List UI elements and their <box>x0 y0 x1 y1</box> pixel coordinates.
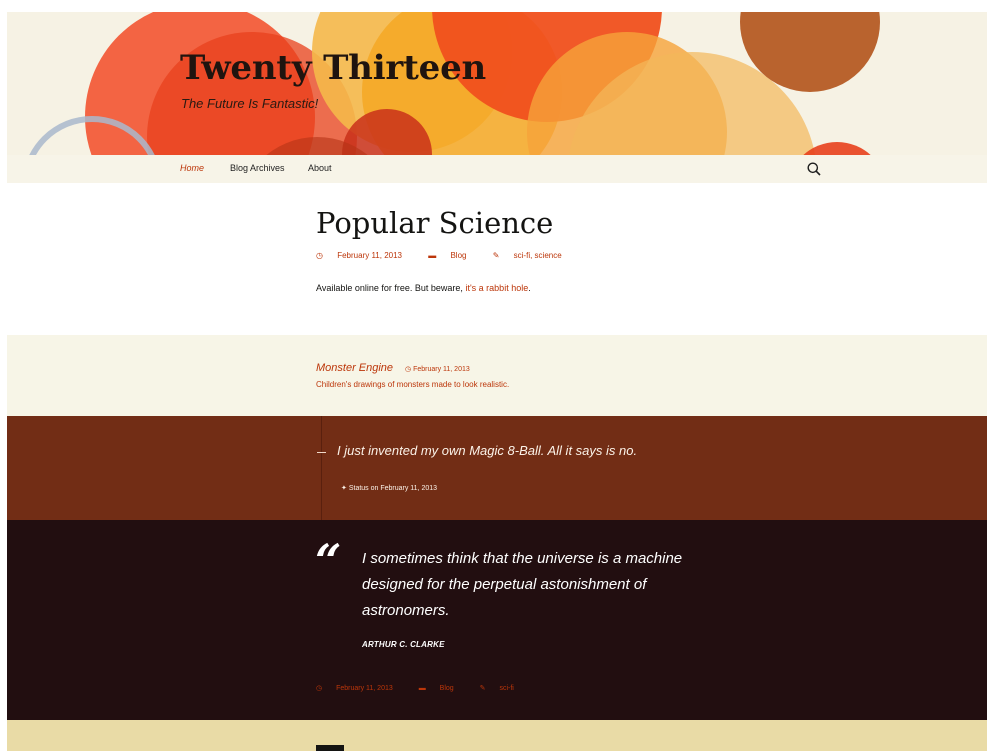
tag-icon: ✎ <box>492 251 500 260</box>
post-date[interactable]: ◷ February 11, 2013 <box>316 251 414 260</box>
nav-item-about[interactable]: About <box>308 163 332 173</box>
search-icon[interactable] <box>807 162 821 176</box>
folder-icon: ▬ <box>418 685 426 692</box>
status-meta[interactable]: ✦ Status on February 11, 2013 <box>341 484 437 492</box>
next-post-title-cropped <box>316 745 344 751</box>
post-tags[interactable]: ✎ sci-fi, science <box>493 251 574 260</box>
nav-item-blog-archives[interactable]: Blog Archives <box>230 163 285 173</box>
post-status: I just invented my own Magic 8-Ball. All… <box>7 416 987 520</box>
link-post-title[interactable]: Monster Engine <box>316 362 393 374</box>
tag-icon: ✎ <box>479 685 486 692</box>
post-link: Monster Engine ◷ February 11, 2013 Child… <box>7 335 987 416</box>
quote-category[interactable]: ▬ Blog <box>419 685 466 692</box>
folder-icon: ▬ <box>428 251 437 260</box>
pin-icon: ✦ <box>341 485 347 492</box>
post-quote: “ I sometimes think that the universe is… <box>7 520 987 720</box>
main-navigation: Home Blog Archives About <box>7 155 987 183</box>
rabbit-hole-link[interactable]: it's a rabbit hole <box>465 283 528 293</box>
site-header: Twenty Thirteen The Future Is Fantastic! <box>7 12 987 155</box>
quote-date[interactable]: ◷ February 11, 2013 <box>316 685 405 692</box>
post-category[interactable]: ▬ Blog <box>428 251 478 260</box>
quote-mark-icon: “ <box>315 534 342 588</box>
site-title[interactable]: Twenty Thirteen <box>180 48 486 88</box>
quote-author: ARTHUR C. CLARKE <box>362 640 445 649</box>
status-divider <box>321 416 322 520</box>
nav-item-home[interactable]: Home <box>180 163 204 173</box>
clock-icon: ◷ <box>405 366 412 373</box>
post-title[interactable]: Popular Science <box>316 206 553 240</box>
quote-text: I sometimes think that the universe is a… <box>362 550 683 619</box>
status-text: I just invented my own Magic 8-Ball. All… <box>337 443 638 458</box>
link-post-date[interactable]: ◷ February 11, 2013 <box>405 365 470 373</box>
post-meta: ◷ February 11, 2013 ▬ Blog ✎ sci-fi, sci… <box>316 251 586 260</box>
clock-icon: ◷ <box>316 251 323 260</box>
quote-meta: ◷ February 11, 2013 ▬ Blog ✎ sci-fi <box>316 684 538 692</box>
link-post-description: Children's drawings of monsters made to … <box>316 380 510 389</box>
status-dash <box>317 452 326 453</box>
post-next <box>7 720 987 751</box>
post-standard: Popular Science ◷ February 11, 2013 ▬ Bl… <box>7 183 987 336</box>
quote-tags[interactable]: ✎ sci-fi <box>480 685 526 692</box>
clock-icon: ◷ <box>316 685 323 692</box>
post-content: Available online for free. But beware, i… <box>316 283 531 293</box>
site-tagline: The Future Is Fantastic! <box>181 96 319 111</box>
